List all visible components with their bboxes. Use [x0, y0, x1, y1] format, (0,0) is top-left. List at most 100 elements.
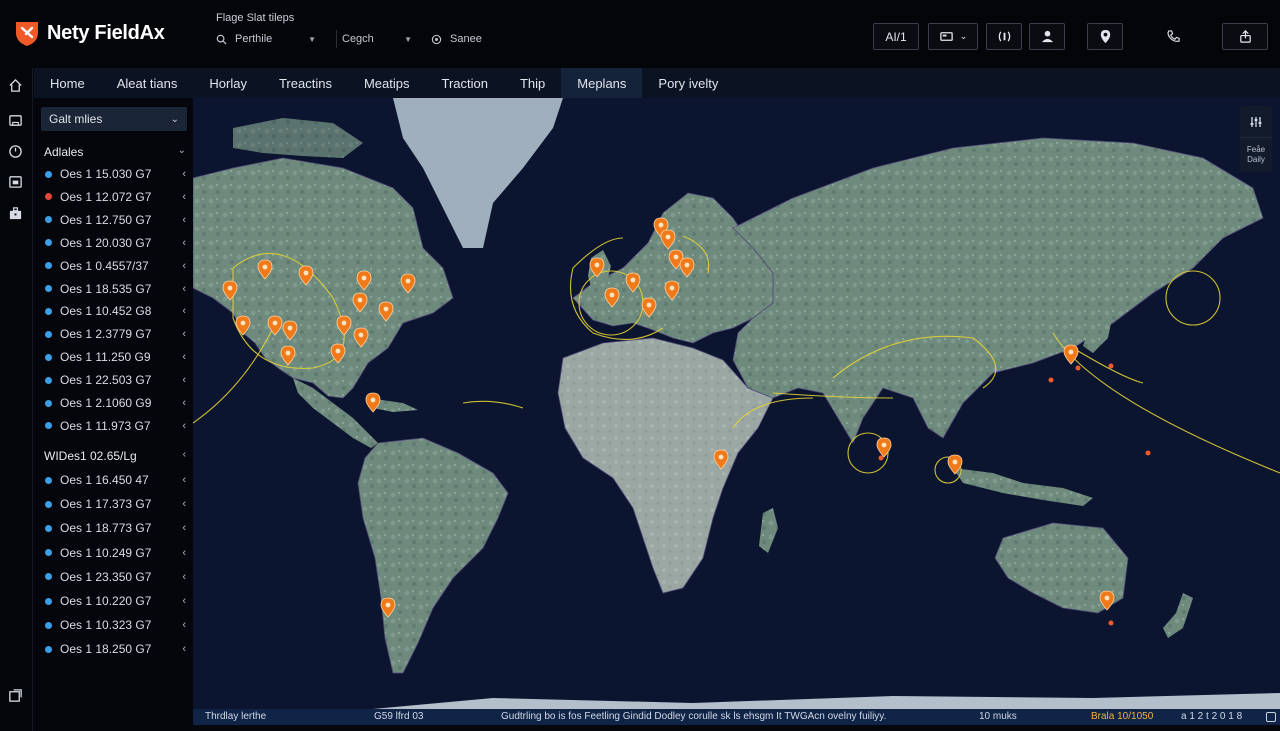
- chevron-left-icon[interactable]: ‹: [182, 522, 186, 534]
- ai-button[interactable]: AI/1: [873, 23, 919, 50]
- panel-select-dropdown[interactable]: Galt mlies ⌄: [41, 107, 187, 131]
- list-item[interactable]: Oes 1 2.1060 G9 ‹: [45, 395, 186, 411]
- tab-meplans[interactable]: Meplans: [561, 68, 643, 98]
- map-pin[interactable]: [1099, 590, 1115, 611]
- list-item[interactable]: Oes 1 18.250 G7 ‹: [45, 641, 186, 657]
- chevron-left-icon[interactable]: ‹: [182, 420, 186, 432]
- status-toggle-icon[interactable]: [1266, 712, 1276, 722]
- map-pin[interactable]: [282, 320, 298, 341]
- map-pin[interactable]: [947, 454, 963, 475]
- list-item[interactable]: Oes 1 2.3779 G7 ‹: [45, 326, 186, 342]
- map-pin[interactable]: [679, 257, 695, 278]
- chevron-left-icon[interactable]: ‹: [182, 283, 186, 295]
- map-pin[interactable]: [664, 280, 680, 301]
- region-filter[interactable]: Cegch ▼: [336, 30, 412, 48]
- map-filter-button[interactable]: [1240, 106, 1272, 138]
- briefcase-icon[interactable]: [7, 205, 23, 221]
- list-item[interactable]: Oes 1 20.030 G7 ‹: [45, 235, 186, 251]
- chevron-left-icon[interactable]: ‹: [182, 374, 186, 386]
- map-pin[interactable]: [352, 292, 368, 313]
- hotspot-dot[interactable]: [878, 455, 884, 461]
- user-button[interactable]: [1029, 23, 1065, 50]
- chevron-left-icon[interactable]: ‹: [182, 351, 186, 363]
- chevron-left-icon[interactable]: ‹: [182, 619, 186, 631]
- tab-meetups[interactable]: Meatips: [348, 68, 426, 98]
- chevron-left-icon[interactable]: ‹: [182, 214, 186, 226]
- brand[interactable]: Nety FieldAx: [13, 19, 165, 47]
- map-pin[interactable]: [235, 315, 251, 336]
- chevron-left-icon[interactable]: ‹: [182, 260, 186, 272]
- calendar-icon[interactable]: [7, 173, 23, 189]
- list-item[interactable]: Oes 1 15.030 G7 ‹: [45, 166, 186, 182]
- tab-alerts[interactable]: Aleat tians: [101, 68, 194, 98]
- list-item[interactable]: Oes 1 23.350 G7 ‹: [45, 569, 186, 585]
- map-pin[interactable]: [589, 257, 605, 278]
- map-pin[interactable]: [365, 392, 381, 413]
- map-pin[interactable]: [660, 229, 676, 250]
- group-header-adlales[interactable]: Adlales ⌄: [44, 145, 186, 159]
- hotspot-dot[interactable]: [1075, 365, 1081, 371]
- map-pin[interactable]: [876, 437, 892, 458]
- signal-button[interactable]: [986, 23, 1022, 50]
- list-item[interactable]: Oes 1 12.750 G7 ‹: [45, 212, 186, 228]
- list-item[interactable]: Oes 1 12.072 G7 ‹: [45, 189, 186, 205]
- location-pins-layer[interactable]: [193, 98, 1280, 709]
- map-pin[interactable]: [280, 345, 296, 366]
- inbox-icon[interactable]: [7, 112, 23, 128]
- chevron-left-icon[interactable]: ‹: [182, 168, 186, 180]
- map-pin[interactable]: [380, 597, 396, 618]
- call-button[interactable]: [1155, 23, 1191, 50]
- list-item[interactable]: Oes 1 10.249 G7 ‹: [45, 545, 186, 561]
- chevron-left-icon[interactable]: ‹: [182, 571, 186, 583]
- list-item[interactable]: Oes 1 0.4557/37 ‹: [45, 258, 186, 274]
- map-pin[interactable]: [353, 327, 369, 348]
- tab-traction[interactable]: Traction: [425, 68, 503, 98]
- list-item[interactable]: Oes 1 11.250 G9 ‹: [45, 349, 186, 365]
- map-pin[interactable]: [330, 343, 346, 364]
- clock-icon[interactable]: [7, 143, 23, 159]
- list-item[interactable]: Oes 1 17.373 G7 ‹: [45, 496, 186, 512]
- group-header-wides[interactable]: WIDes1 02.65/Lg ‹: [44, 449, 186, 463]
- list-item[interactable]: Oes 1 16.450 47 ‹: [45, 472, 186, 488]
- map-legend-label[interactable]: Feåe Daily: [1240, 138, 1272, 172]
- chevron-left-icon[interactable]: ‹: [182, 237, 186, 249]
- map-pin[interactable]: [1063, 344, 1079, 365]
- chevron-left-icon[interactable]: ‹: [182, 397, 186, 409]
- list-item[interactable]: Oes 1 11.973 G7 ‹: [45, 418, 186, 434]
- hotspot-dot[interactable]: [1145, 450, 1151, 456]
- list-item[interactable]: Oes 1 10.220 G7 ‹: [45, 593, 186, 609]
- export-icon[interactable]: [7, 687, 23, 703]
- list-item[interactable]: Oes 1 18.535 G7 ‹: [45, 281, 186, 297]
- home-icon[interactable]: [7, 77, 23, 93]
- map-pin[interactable]: [378, 301, 394, 322]
- list-item[interactable]: Oes 1 10.452 G8 ‹: [45, 303, 186, 319]
- list-item[interactable]: Oes 1 18.773 G7 ‹: [45, 520, 186, 536]
- chevron-left-icon[interactable]: ‹: [182, 498, 186, 510]
- chevron-left-icon[interactable]: ‹: [182, 643, 186, 655]
- chevron-left-icon[interactable]: ‹: [182, 328, 186, 340]
- chevron-left-icon[interactable]: ‹: [182, 474, 186, 486]
- chevron-left-icon[interactable]: ‹: [182, 305, 186, 317]
- tab-home[interactable]: Home: [34, 68, 101, 98]
- map-pin[interactable]: [625, 272, 641, 293]
- tab-priority[interactable]: Pory ivelty: [642, 68, 734, 98]
- map-pin[interactable]: [336, 315, 352, 336]
- map-pin[interactable]: [267, 315, 283, 336]
- map-pin[interactable]: [400, 273, 416, 294]
- location-button[interactable]: [1087, 23, 1123, 50]
- share-button[interactable]: [1222, 23, 1268, 50]
- list-item[interactable]: Oes 1 10.323 G7 ‹: [45, 617, 186, 633]
- tab-overlay[interactable]: Horlay: [193, 68, 263, 98]
- map-pin[interactable]: [641, 297, 657, 318]
- device-dropdown-button[interactable]: ⌄: [928, 23, 978, 50]
- map-pin[interactable]: [222, 280, 238, 301]
- tab-transactions[interactable]: Treactins: [263, 68, 348, 98]
- map-pin[interactable]: [257, 259, 273, 280]
- tab-trip[interactable]: Thip: [504, 68, 561, 98]
- map-pin[interactable]: [604, 287, 620, 308]
- hotspot-dot[interactable]: [1048, 377, 1054, 383]
- map-pin[interactable]: [356, 270, 372, 291]
- world-map[interactable]: Feåe Daily: [193, 98, 1280, 709]
- map-pin[interactable]: [713, 449, 729, 470]
- profile-filter[interactable]: Perthile ▼: [216, 30, 316, 48]
